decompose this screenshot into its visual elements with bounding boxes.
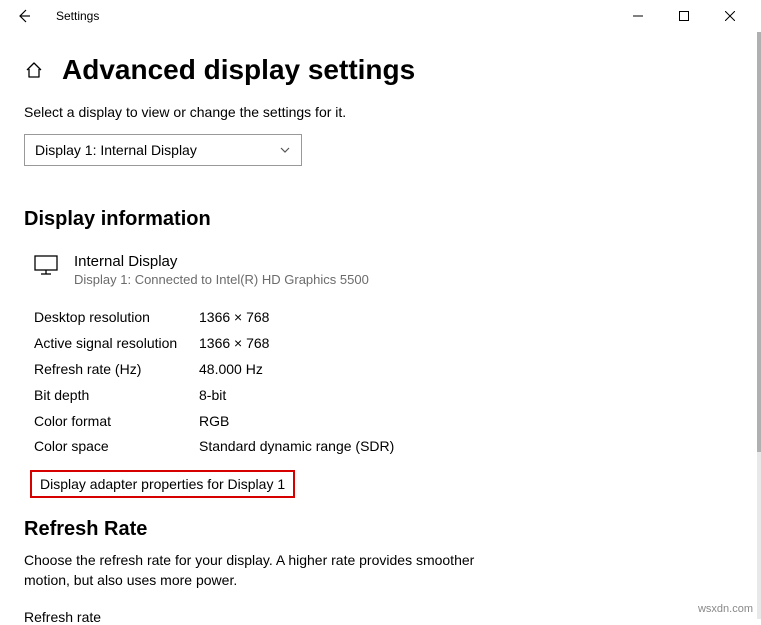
- spec-label: Bit depth: [34, 383, 199, 409]
- spec-value: RGB: [199, 409, 229, 435]
- refresh-rate-label: Refresh rate: [24, 609, 737, 625]
- watermark: wsxdn.com: [698, 603, 753, 615]
- display-selector[interactable]: Display 1: Internal Display: [24, 134, 302, 166]
- spec-value: Standard dynamic range (SDR): [199, 434, 394, 460]
- spec-label: Color format: [34, 409, 199, 435]
- window-title: Settings: [56, 9, 99, 23]
- back-button[interactable]: [8, 0, 40, 32]
- table-row: Color format RGB: [34, 409, 737, 435]
- page-header: Advanced display settings: [0, 32, 761, 96]
- home-icon: [25, 61, 43, 79]
- page-title: Advanced display settings: [62, 54, 415, 86]
- close-icon: [725, 11, 735, 21]
- spec-value: 8-bit: [199, 383, 226, 409]
- display-info-heading: Display information: [24, 208, 737, 231]
- spec-value: 1366 × 768: [199, 331, 269, 357]
- spec-label: Refresh rate (Hz): [34, 357, 199, 383]
- display-connection: Display 1: Connected to Intel(R) HD Grap…: [74, 272, 369, 287]
- table-row: Desktop resolution 1366 × 768: [34, 305, 737, 331]
- scrollbar[interactable]: [757, 32, 761, 619]
- monitor-icon: [34, 255, 58, 280]
- table-row: Active signal resolution 1366 × 768: [34, 331, 737, 357]
- close-button[interactable]: [707, 0, 753, 32]
- table-row: Color space Standard dynamic range (SDR): [34, 434, 737, 460]
- maximize-button[interactable]: [661, 0, 707, 32]
- scrollbar-thumb[interactable]: [757, 32, 761, 452]
- adapter-properties-link[interactable]: Display adapter properties for Display 1: [30, 470, 295, 498]
- spec-value: 48.000 Hz: [199, 357, 263, 383]
- chevron-down-icon: [279, 144, 291, 156]
- spec-value: 1366 × 768: [199, 305, 269, 331]
- display-summary: Internal Display Display 1: Connected to…: [34, 253, 737, 287]
- titlebar: Settings: [0, 0, 761, 32]
- minimize-icon: [633, 11, 643, 21]
- minimize-button[interactable]: [615, 0, 661, 32]
- intro-text: Select a display to view or change the s…: [24, 104, 737, 120]
- spec-label: Active signal resolution: [34, 331, 199, 357]
- spec-label: Color space: [34, 434, 199, 460]
- table-row: Refresh rate (Hz) 48.000 Hz: [34, 357, 737, 383]
- maximize-icon: [679, 11, 689, 21]
- home-button[interactable]: [24, 60, 44, 80]
- table-row: Bit depth 8-bit: [34, 383, 737, 409]
- refresh-rate-description: Choose the refresh rate for your display…: [24, 551, 484, 590]
- arrow-left-icon: [16, 8, 32, 24]
- content: Select a display to view or change the s…: [0, 96, 761, 625]
- refresh-rate-heading: Refresh Rate: [24, 518, 737, 541]
- spec-label: Desktop resolution: [34, 305, 199, 331]
- display-name: Internal Display: [74, 253, 369, 270]
- spec-table: Desktop resolution 1366 × 768 Active sig…: [34, 305, 737, 460]
- display-selector-value: Display 1: Internal Display: [35, 142, 197, 158]
- window-controls: [615, 0, 753, 32]
